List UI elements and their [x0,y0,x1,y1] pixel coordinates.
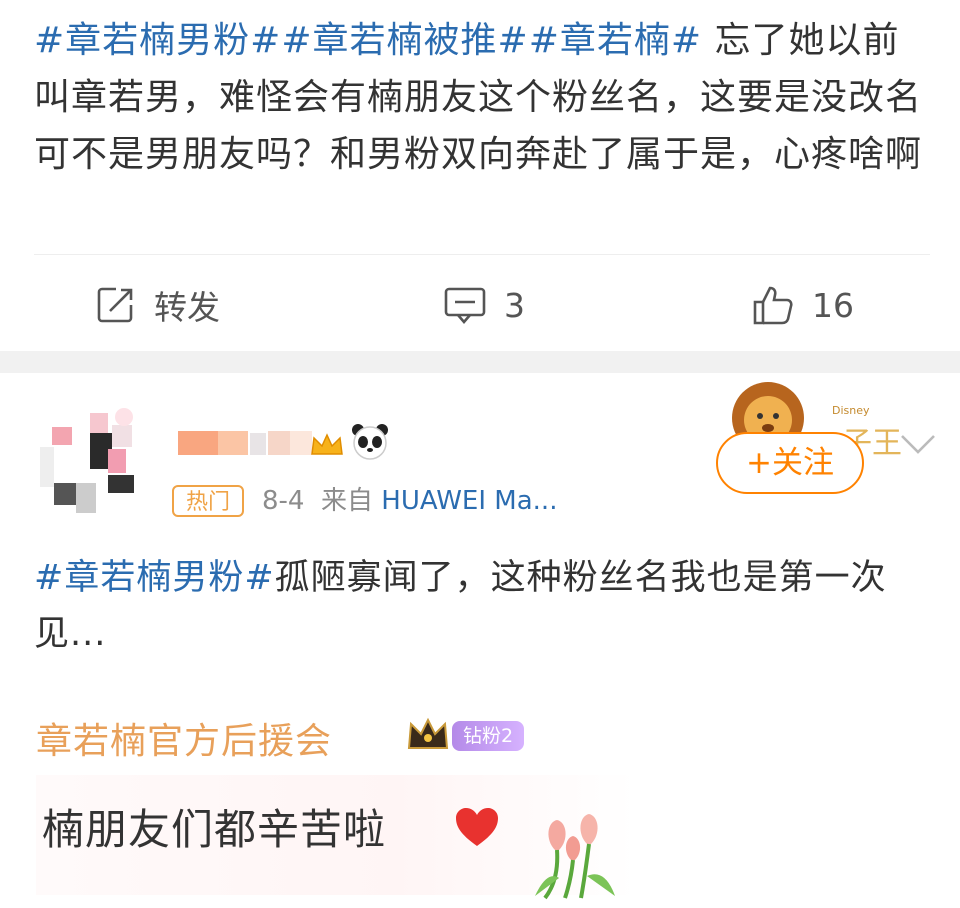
post-body: #章若楠男粉#孤陋寡闻了，这种粉丝名我也是第一次见... [34,550,934,662]
share-icon [97,287,133,323]
post-meta: 8-4 来自 HUAWEI Ma... [262,484,557,518]
divider [34,254,930,255]
comment-button[interactable]: 3 [444,282,525,328]
topic-link[interactable]: #章若楠# [529,20,702,61]
fan-level-badge: 钻粉2 [452,721,524,751]
hot-badge: 热门 [172,485,244,517]
heart-icon [456,808,498,846]
like-button[interactable]: 16 [752,282,854,328]
tulip-decoration-icon [535,814,615,900]
follow-button[interactable]: +关注 [716,432,864,494]
signature-message: 楠朋友们都辛苦啦 [42,805,387,854]
crown-icon [311,433,343,455]
post-body: #章若楠男粉##章若楠被推##章若楠# 忘了她以前叫章若男，难怪会有楠朋友这个粉… [34,12,934,183]
svg-text:Disney: Disney [832,404,870,417]
topic-link[interactable]: #章若楠被推# [281,20,528,61]
chevron-down-icon[interactable] [898,430,938,458]
signature-name[interactable]: 章若楠官方后援会 [36,712,332,764]
topic-link[interactable]: #章若楠男粉# [34,20,281,61]
source-device[interactable]: HUAWEI Ma... [381,486,557,516]
comment-count: 3 [504,285,525,325]
panda-icon [352,424,388,460]
crown-icon [407,717,449,749]
comment-icon [444,287,486,324]
repost-button[interactable]: 转发 [96,282,220,328]
username[interactable] [178,423,328,463]
avatar[interactable] [36,405,144,517]
source-prefix: 来自 [321,486,374,516]
post-date: 8-4 [262,486,305,516]
topic-link[interactable]: #章若楠男粉# [34,558,275,598]
repost-label: 转发 [154,288,220,327]
thumbs-up-icon [753,286,793,325]
feed-separator [0,351,960,373]
like-count: 16 [812,285,854,325]
